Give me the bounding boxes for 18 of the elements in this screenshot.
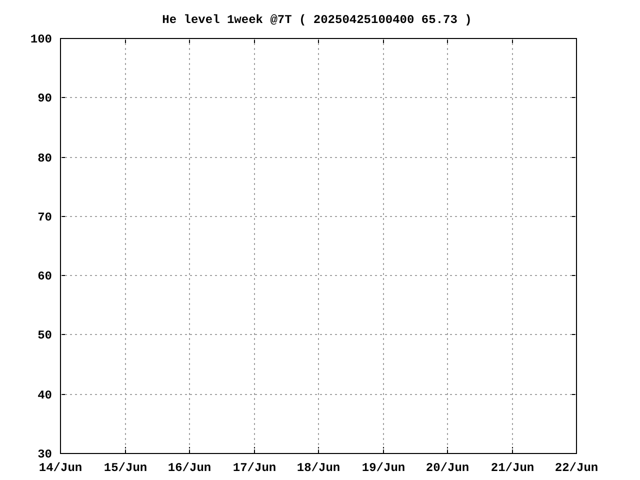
x-tick-label: 18/Jun [296,461,340,475]
x-tick-label: 20/Jun [426,461,470,475]
x-tick-label: 14/Jun [38,461,82,475]
chart-title: He level 1week @7T ( 20250425100400 65.73 ) [162,13,472,27]
y-tick-label: 80 [38,152,52,166]
y-tick-label: 50 [38,328,52,342]
x-tick-label: 16/Jun [168,461,212,475]
y-tick-label: 100 [30,32,52,46]
x-tick-label: 17/Jun [232,461,276,475]
x-tick-label: 19/Jun [362,461,406,475]
x-tick-label: 21/Jun [490,461,534,475]
x-tick-label: 22/Jun [554,461,598,475]
y-tick-label: 40 [38,388,52,402]
y-tick-label: 30 [38,448,52,462]
y-tick-label: 60 [38,270,52,284]
y-tick-label: 90 [38,92,52,106]
y-tick-label: 70 [38,210,52,224]
x-tick-label: 15/Jun [104,461,148,475]
